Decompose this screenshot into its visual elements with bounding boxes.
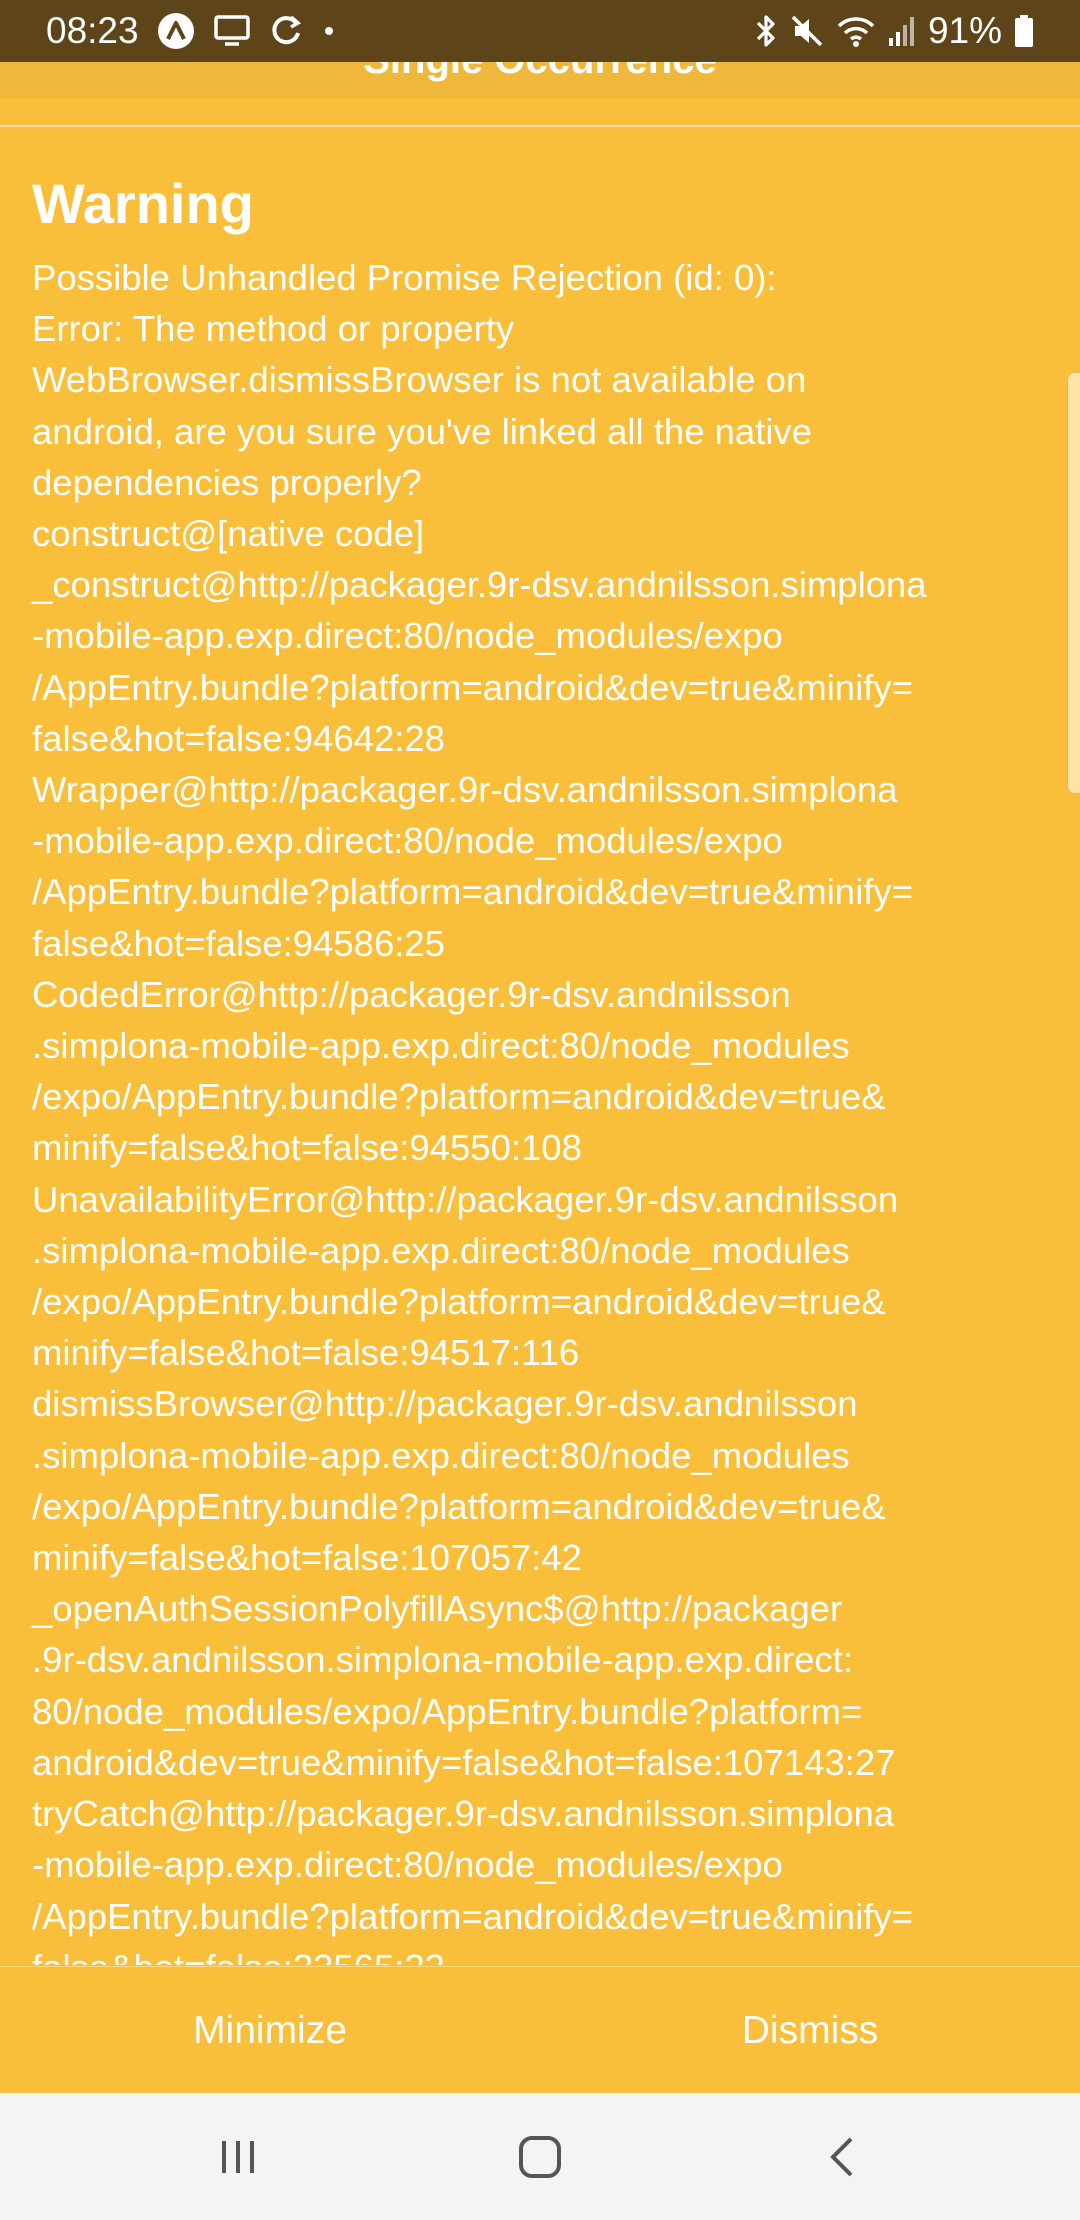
message-line: dependencies properly? bbox=[32, 461, 422, 503]
message-line: .simplona-mobile-app.exp.direct:80/node_… bbox=[32, 1229, 850, 1271]
wifi-icon bbox=[836, 14, 876, 48]
message-line: /expo/AppEntry.bundle?platform=android&d… bbox=[32, 1281, 886, 1323]
message-line: -mobile-app.exp.direct:80/node_modules/e… bbox=[32, 1844, 783, 1886]
message-line: CodedError@http://packager.9r-dsv.andnil… bbox=[32, 973, 791, 1015]
message-line: .simplona-mobile-app.exp.direct:80/node_… bbox=[32, 1025, 850, 1067]
dot-icon bbox=[321, 23, 337, 39]
expo-logo-icon bbox=[157, 12, 195, 50]
message-line: .9r-dsv.andnilsson.simplona-mobile-app.e… bbox=[32, 1639, 853, 1681]
bluetooth-icon bbox=[754, 13, 778, 49]
navigation-bar bbox=[0, 2093, 1080, 2220]
status-bar: 08:23 91% bbox=[0, 0, 1080, 62]
message-line: false&hot=false:94642:28 bbox=[32, 717, 445, 759]
recent-apps-icon[interactable] bbox=[148, 2093, 328, 2220]
message-line: false&hot=false:23565:23 bbox=[32, 1942, 1062, 1965]
message-line: WebBrowser.dismissBrowser is not availab… bbox=[32, 359, 807, 401]
message-line: /expo/AppEntry.bundle?platform=android&d… bbox=[32, 1076, 886, 1118]
back-icon[interactable] bbox=[752, 2093, 932, 2220]
signal-icon bbox=[888, 14, 916, 48]
message-line: -mobile-app.exp.direct:80/node_modules/e… bbox=[32, 820, 783, 862]
status-bar-right: 91% bbox=[754, 10, 1034, 52]
message-line: construct@[native code] bbox=[32, 513, 425, 555]
message-line: android&dev=true&minify=false&hot=false:… bbox=[32, 1741, 896, 1783]
message-line: 80/node_modules/expo/AppEntry.bundle?pla… bbox=[32, 1690, 863, 1732]
message-line: minify=false&hot=false:107057:42 bbox=[32, 1537, 582, 1579]
battery-icon bbox=[1014, 14, 1034, 48]
message-line: android, are you sure you've linked all … bbox=[32, 410, 813, 452]
action-bar: Minimize Dismiss bbox=[0, 1966, 1080, 2094]
header-bar: Single Occurrence bbox=[0, 62, 1080, 98]
message-line: Wrapper@http://packager.9r-dsv.andnilsso… bbox=[32, 769, 898, 811]
message-line: /AppEntry.bundle?platform=android&dev=tr… bbox=[32, 1895, 913, 1937]
warning-content[interactable]: Warning Possible Unhandled Promise Rejec… bbox=[0, 127, 1080, 1965]
message-line: /expo/AppEntry.bundle?platform=android&d… bbox=[32, 1485, 886, 1527]
message-line: Error: The method or property bbox=[32, 308, 515, 350]
message-line: /AppEntry.bundle?platform=android&dev=tr… bbox=[32, 666, 913, 708]
message-line: _openAuthSessionPolyfillAsync$@http://pa… bbox=[32, 1588, 843, 1630]
screen-cast-icon bbox=[213, 14, 251, 48]
message-line: /AppEntry.bundle?platform=android&dev=tr… bbox=[32, 871, 913, 913]
message-line: -mobile-app.exp.direct:80/node_modules/e… bbox=[32, 615, 783, 657]
message-line: _construct@http://packager.9r-dsv.andnil… bbox=[32, 564, 927, 606]
message-line: tryCatch@http://packager.9r-dsv.andnilss… bbox=[32, 1793, 895, 1835]
home-icon[interactable] bbox=[450, 2093, 630, 2220]
status-time: 08:23 bbox=[46, 10, 139, 51]
minimize-button[interactable]: Minimize bbox=[0, 1967, 540, 2094]
scrollbar-thumb[interactable] bbox=[1067, 372, 1080, 794]
message-line: minify=false&hot=false:94550:108 bbox=[32, 1127, 582, 1169]
message-line: UnavailabilityError@http://packager.9r-d… bbox=[32, 1178, 899, 1220]
header-title: Single Occurrence bbox=[0, 62, 1080, 83]
battery-percent: 91% bbox=[927, 10, 1002, 51]
sync-icon bbox=[269, 14, 303, 48]
dismiss-button[interactable]: Dismiss bbox=[540, 1967, 1080, 2094]
warning-message: Possible Unhandled Promise Rejection (id… bbox=[32, 252, 1062, 1965]
warning-title: Warning bbox=[32, 172, 254, 235]
message-line: dismissBrowser@http://packager.9r-dsv.an… bbox=[32, 1383, 858, 1425]
message-line: Possible Unhandled Promise Rejection (id… bbox=[32, 257, 777, 298]
message-line: minify=false&hot=false:94517:116 bbox=[32, 1332, 580, 1374]
status-bar-left: 08:23 bbox=[46, 10, 337, 52]
message-line: .simplona-mobile-app.exp.direct:80/node_… bbox=[32, 1434, 850, 1476]
mute-icon bbox=[790, 14, 824, 48]
message-line: false&hot=false:94586:25 bbox=[32, 922, 445, 964]
